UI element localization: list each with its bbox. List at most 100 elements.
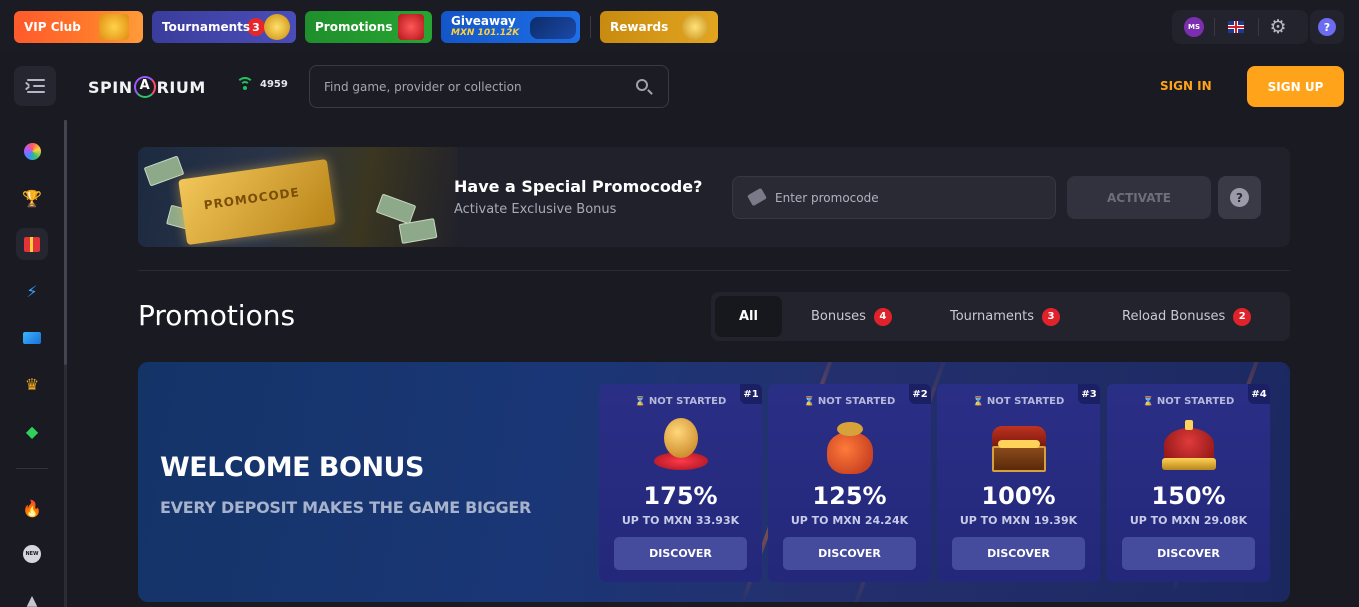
sign-up-button[interactable]: SIGN UP bbox=[1247, 66, 1344, 107]
tournaments-label: Tournaments bbox=[162, 20, 251, 34]
bonus-percent: 175% bbox=[643, 482, 718, 510]
discover-button[interactable]: DISCOVER bbox=[783, 537, 916, 570]
bonus-max-amount: UP TO MXN 24.24K bbox=[790, 514, 909, 527]
promotions-button[interactable]: Promotions bbox=[305, 11, 432, 43]
status-label: NOT STARTED bbox=[1107, 396, 1270, 407]
menu-toggle-button[interactable] bbox=[14, 66, 56, 106]
ticket-icon: PROMOCODE bbox=[178, 158, 336, 246]
rewards-label: Rewards bbox=[610, 20, 669, 34]
sign-in-button[interactable]: SIGN IN bbox=[1160, 79, 1212, 93]
promocode-image: PROMOCODE bbox=[138, 147, 458, 247]
site-logo[interactable]: SPIN RIUM bbox=[88, 76, 206, 98]
avatar[interactable]: MS bbox=[1184, 17, 1204, 37]
tent-icon[interactable]: ▲ bbox=[16, 585, 48, 607]
lightning-icon[interactable]: ⚡ bbox=[16, 275, 48, 307]
ticket-text: PROMOCODE bbox=[202, 185, 301, 213]
tournaments-button[interactable]: Tournaments 3 bbox=[152, 11, 296, 43]
promotion-tabs: All Bonuses 4 Tournaments 3 Reload Bonus… bbox=[711, 292, 1290, 341]
casino-icon[interactable] bbox=[16, 135, 48, 167]
promotions-label: Promotions bbox=[315, 20, 393, 34]
logo-text-left: SPIN bbox=[88, 78, 133, 97]
money-bag-icon bbox=[819, 418, 881, 476]
crown-icon bbox=[1158, 418, 1220, 476]
cards-icon[interactable] bbox=[16, 322, 48, 354]
tab-reload-bonuses[interactable]: Reload Bonuses 2 bbox=[1122, 296, 1252, 337]
rewards-button[interactable]: Rewards bbox=[600, 11, 718, 43]
status-label: NOT STARTED bbox=[768, 396, 931, 407]
search-input[interactable] bbox=[324, 77, 624, 97]
bonus-percent: 100% bbox=[981, 482, 1056, 510]
diamond-icon[interactable]: ◆ bbox=[16, 415, 48, 447]
car-icon bbox=[530, 17, 576, 39]
promocode-banner: PROMOCODE Have a Special Promocode? Acti… bbox=[138, 147, 1290, 247]
tab-label: Tournaments bbox=[950, 309, 1035, 324]
treasure-chest-icon bbox=[988, 418, 1050, 476]
gear-icon[interactable]: ⚙ bbox=[1268, 17, 1288, 37]
crown-icon bbox=[99, 14, 129, 40]
divider bbox=[590, 16, 591, 38]
activate-button[interactable]: ACTIVATE bbox=[1067, 176, 1211, 219]
user-controls: MS ⚙ bbox=[1172, 10, 1308, 44]
giveaway-button[interactable]: Giveaway MXN 101.12K bbox=[441, 11, 580, 43]
welcome-title: WELCOME BONUS bbox=[160, 452, 424, 483]
discover-button[interactable]: DISCOVER bbox=[614, 537, 747, 570]
bonus-max-amount: UP TO MXN 19.39K bbox=[959, 514, 1078, 527]
question-icon: ? bbox=[1230, 188, 1249, 207]
gift-icon[interactable] bbox=[16, 228, 48, 260]
bonus-card[interactable]: #2 NOT STARTED 125% UP TO MXN 24.24K DIS… bbox=[768, 384, 931, 582]
tab-label: All bbox=[739, 309, 758, 324]
promocode-input[interactable] bbox=[775, 188, 1035, 208]
divider bbox=[16, 468, 48, 469]
promocode-help-button[interactable]: ? bbox=[1218, 176, 1261, 219]
vip-club-label: VIP Club bbox=[24, 20, 81, 34]
giveaway-amount: MXN 101.12K bbox=[451, 28, 520, 38]
tab-bonuses[interactable]: Bonuses 4 bbox=[811, 296, 892, 337]
vip-club-button[interactable]: VIP Club bbox=[14, 11, 143, 43]
bonus-card[interactable]: #4 NOT STARTED 150% UP TO MXN 29.08K DIS… bbox=[1107, 384, 1270, 582]
new-icon[interactable]: NEW bbox=[16, 538, 48, 570]
tab-count-badge: 2 bbox=[1233, 307, 1252, 326]
page-title: Promotions bbox=[138, 299, 296, 332]
tab-label: Bonuses bbox=[811, 309, 866, 324]
bonus-max-amount: UP TO MXN 33.93K bbox=[621, 514, 740, 527]
bonus-card[interactable]: #1 NOT STARTED 175% UP TO MXN 33.93K DIS… bbox=[599, 384, 762, 582]
flame-icon[interactable]: 🔥 bbox=[16, 492, 48, 524]
coin-icon bbox=[650, 418, 712, 476]
bonus-percent: 150% bbox=[1151, 482, 1226, 510]
tag-icon bbox=[747, 187, 767, 207]
welcome-subtitle: EVERY DEPOSIT MAKES THE GAME BIGGER bbox=[160, 498, 531, 517]
treasure-icon bbox=[682, 14, 708, 40]
crown-icon[interactable]: ♛ bbox=[16, 368, 48, 400]
bonus-percent: 125% bbox=[812, 482, 887, 510]
giveaway-label: Giveaway bbox=[451, 14, 516, 28]
tab-count-badge: 4 bbox=[873, 307, 892, 326]
tab-count-badge: 3 bbox=[1042, 307, 1061, 326]
online-counter: 4959 bbox=[236, 77, 288, 91]
help-icon: ? bbox=[1318, 18, 1336, 36]
top-bar: VIP Club Tournaments 3 Promotions Giveaw… bbox=[0, 0, 1359, 52]
tab-all[interactable]: All bbox=[715, 296, 782, 337]
sidebar-scrollbar[interactable] bbox=[64, 120, 67, 607]
discover-button[interactable]: DISCOVER bbox=[1122, 537, 1255, 570]
tab-label: Reload Bonuses bbox=[1122, 309, 1226, 324]
trophy-icon[interactable]: 🏆 bbox=[16, 182, 48, 214]
discover-button[interactable]: DISCOVER bbox=[952, 537, 1085, 570]
uk-flag-icon[interactable] bbox=[1228, 21, 1244, 33]
search-icon[interactable] bbox=[636, 79, 648, 91]
search-box bbox=[309, 65, 669, 108]
wifi-icon bbox=[236, 77, 254, 91]
promocode-title: Have a Special Promocode? bbox=[454, 177, 703, 196]
welcome-bonus-banner: WELCOME BONUS EVERY DEPOSIT MAKES THE GA… bbox=[138, 362, 1290, 602]
divider bbox=[1214, 18, 1215, 36]
divider bbox=[1258, 18, 1259, 36]
promocode-subtitle: Activate Exclusive Bonus bbox=[454, 202, 617, 217]
promocode-field bbox=[732, 176, 1056, 219]
tab-tournaments[interactable]: Tournaments 3 bbox=[950, 296, 1061, 337]
bonus-max-amount: UP TO MXN 29.08K bbox=[1129, 514, 1248, 527]
status-label: NOT STARTED bbox=[937, 396, 1100, 407]
logo-mark-icon bbox=[133, 76, 156, 98]
help-button[interactable]: ? bbox=[1310, 10, 1344, 44]
trophy-icon bbox=[264, 14, 290, 40]
online-count: 4959 bbox=[260, 78, 288, 90]
bonus-card[interactable]: #3 NOT STARTED 100% UP TO MXN 19.39K DIS… bbox=[937, 384, 1100, 582]
